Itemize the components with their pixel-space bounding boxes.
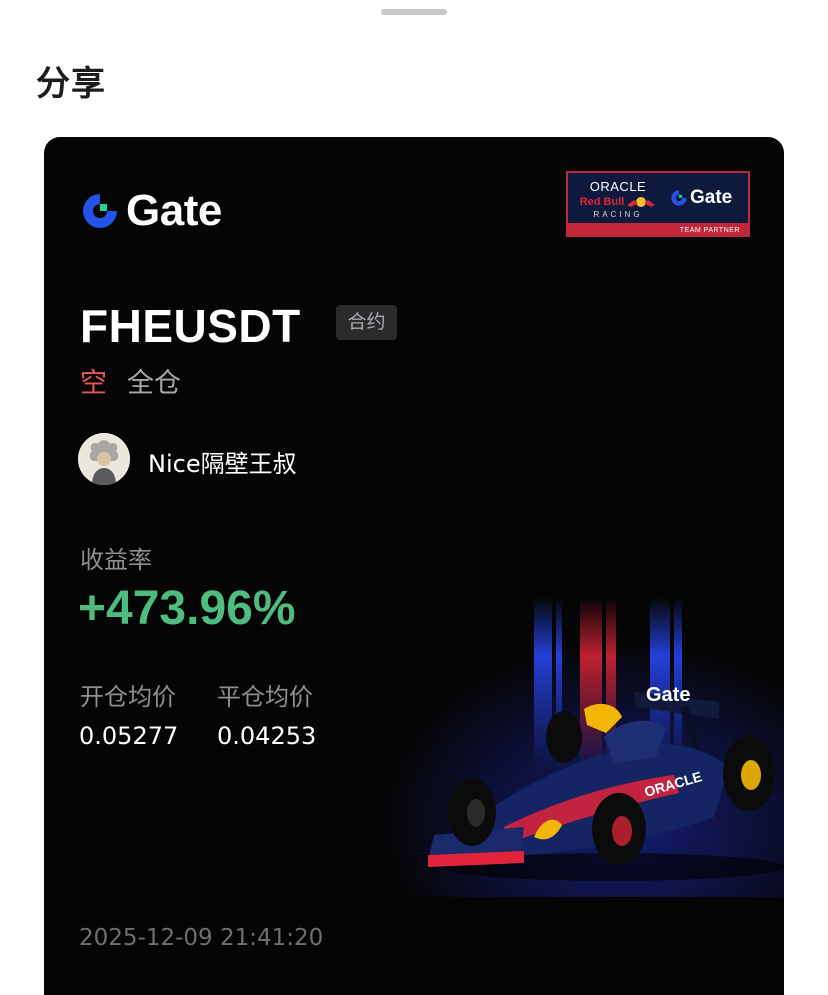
roi-value: +473.96% (78, 582, 296, 635)
gate-logo-text: Gate (126, 186, 222, 235)
entry-price-value: 0.05277 (79, 722, 179, 750)
gate-small-logo-icon (671, 190, 687, 206)
f1-car-illustration: Gate ORACLE (384, 597, 784, 897)
gate-logo-icon (83, 194, 117, 228)
contract-type-badge: 合约 (336, 305, 397, 340)
share-card: Gate ORACLE Red Bull RACING Gate TEAM PA… (44, 137, 784, 995)
margin-mode: 全仓 (127, 368, 181, 399)
redbull-wordmark: Red Bull (579, 196, 625, 208)
racing-wordmark: RACING (593, 210, 643, 219)
sheet-title: 分享 (36, 64, 106, 104)
oracle-wordmark: ORACLE (589, 179, 647, 194)
entry-price-label: 开仓均价 (80, 683, 176, 711)
exit-price-value: 0.04253 (217, 722, 317, 750)
sheet-grab-handle[interactable] (381, 9, 447, 15)
username: Nice隔壁王叔 (148, 450, 297, 478)
team-partner-label: TEAM PARTNER (679, 227, 740, 234)
exit-price-label: 平仓均价 (217, 683, 313, 711)
trading-pair: FHEUSDT (80, 300, 301, 352)
avatar[interactable] (78, 433, 130, 485)
team-partner-badge: ORACLE Red Bull RACING Gate TEAM PARTNER (566, 171, 750, 237)
timestamp: 2025-12-09 21:41:20 (79, 925, 324, 951)
position-direction: 空 (80, 368, 107, 399)
roi-label: 收益率 (80, 546, 152, 574)
gate-logo: Gate (80, 186, 222, 235)
redbull-emblem-icon (627, 197, 656, 207)
partner-gate-text: Gate (690, 187, 733, 208)
avatar-image-icon (78, 433, 130, 485)
car-livery-text: Gate (646, 684, 690, 706)
